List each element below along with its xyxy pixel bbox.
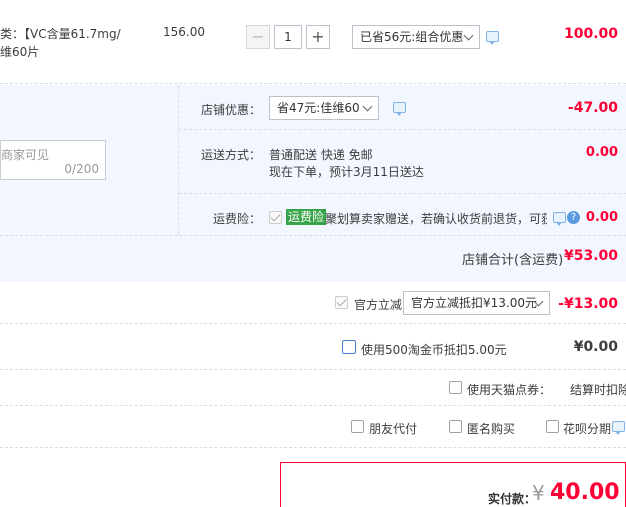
shop-coupon-select-value: 省47元:佳维60: [277, 101, 360, 115]
chat-icon[interactable]: [486, 31, 499, 45]
unit-price: 156.00: [163, 25, 205, 39]
taobao-coins-checkbox[interactable]: [342, 340, 356, 354]
item-subtotal: 100.00: [563, 26, 618, 42]
quantity-input[interactable]: 1: [274, 25, 302, 49]
shop-total-label: 店铺合计(含运费): [462, 253, 564, 268]
chevron-down-icon: [362, 101, 373, 112]
official-discount-select-value: 官方立减抵扣¥13.00元: [411, 296, 537, 310]
payment-summary-amount: 40.00: [550, 480, 620, 505]
anonymous-checkbox[interactable]: [449, 420, 462, 433]
shipping-method: 普通配送 快递 免邮: [269, 148, 373, 162]
taobao-coins-label: 使用500淘金币抵扣5.00元: [361, 343, 507, 357]
shop-coupon-amount: -47.00: [567, 100, 618, 116]
shipping-eta: 现在下单，预计3月11日送达: [269, 165, 424, 179]
item-promotion-select[interactable]: 已省56元:组合优惠: [352, 25, 480, 49]
official-discount-amount: -¥13.00: [558, 296, 618, 312]
shop-coupon-select[interactable]: 省47元:佳维60: [269, 96, 379, 120]
item-description-line1[interactable]: 类：【VC含量61.7mg/: [0, 25, 121, 42]
help-icon[interactable]: ?: [567, 211, 580, 224]
tmall-points-value: 结算时扣除: [570, 383, 626, 397]
quantity-stepper: − 1 +: [246, 25, 332, 49]
installment-label[interactable]: 花呗分期: [563, 420, 611, 437]
shop-total-divider: [0, 235, 626, 236]
message-to-seller-input[interactable]: 商家可见 0/200: [0, 140, 106, 180]
friend-pay-checkbox[interactable]: [351, 420, 364, 433]
shop-coupon-label: 店铺优惠：: [201, 103, 262, 117]
tmall-points-label: 使用天猫点券：: [467, 383, 552, 397]
official-discount-checkbox[interactable]: [335, 296, 348, 309]
shipping-amount: 0.00: [585, 145, 618, 160]
insurance-checkbox[interactable]: [269, 211, 282, 224]
chat-icon[interactable]: [393, 102, 406, 116]
chat-icon[interactable]: [553, 212, 566, 226]
taobao-coins-amount: ¥0.00: [573, 339, 618, 355]
chat-icon[interactable]: [612, 421, 625, 435]
insurance-tag: 运费险: [286, 209, 327, 225]
taobao-coins-row: [0, 324, 626, 370]
payment-summary-currency: ¥: [532, 481, 545, 505]
payment-summary-label: 实付款：: [488, 492, 537, 506]
installment-checkbox[interactable]: [546, 420, 559, 433]
item-description-line2[interactable]: 维60片: [0, 43, 39, 60]
payment-options-row: [0, 406, 626, 448]
message-placeholder: 商家可见: [1, 148, 50, 162]
insurance-label: 运费险：: [213, 212, 262, 226]
message-char-count: 0/200: [64, 162, 99, 176]
shop-total-amount: ¥53.00: [563, 248, 618, 264]
shipping-label: 运送方式：: [201, 148, 262, 162]
insurance-text: 聚划算卖家赠送，若确认收货前退货，可获...: [325, 212, 547, 226]
friend-pay-label[interactable]: 朋友代付: [369, 420, 417, 437]
official-discount-label: 官方立减: [354, 298, 403, 312]
item-promotion-select-value: 已省56元:组合优惠: [360, 30, 464, 44]
payment-summary-box: 实付款： ¥ 40.00: [280, 462, 626, 507]
anonymous-label[interactable]: 匿名购买: [467, 420, 515, 437]
increase-button[interactable]: +: [306, 25, 330, 49]
official-discount-select[interactable]: 官方立减抵扣¥13.00元: [403, 291, 550, 315]
chevron-down-icon: [463, 30, 474, 41]
tmall-points-checkbox[interactable]: [449, 381, 462, 394]
decrease-button[interactable]: −: [246, 25, 270, 49]
insurance-amount: 0.00: [585, 210, 618, 225]
